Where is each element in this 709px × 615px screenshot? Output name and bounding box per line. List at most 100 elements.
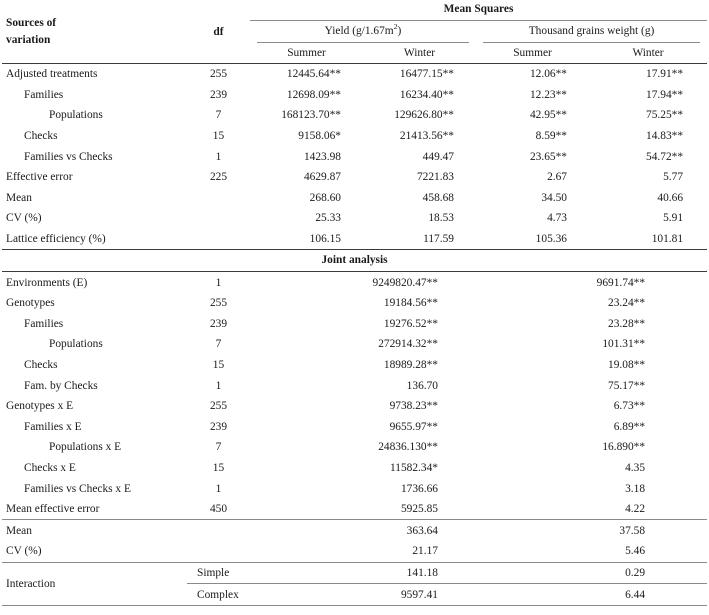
row-source-label: Environments (E): [6, 276, 88, 289]
row-weight-winter-value: 5.91: [663, 212, 684, 225]
row-yield-summer-value: 12698.09**: [286, 88, 341, 101]
header-mean-squares-label: Mean Squares: [250, 0, 708, 21]
row-df-value: 7: [215, 441, 222, 454]
row-source-label: Mean: [6, 524, 32, 537]
row-weight-summer-value: 8.59**: [535, 130, 567, 143]
row-joint-weight-value: 23.24**: [608, 297, 646, 310]
row-source-label: Families x E: [24, 420, 82, 433]
row-yield-winter-value: 117.59: [423, 233, 454, 246]
row-yield-winter-value: 458.68: [422, 191, 454, 204]
row-joint-weight-value: 75.17**: [608, 379, 646, 392]
table-row: Checks x E 15 11582.34* 4.35: [2, 458, 707, 479]
table-row: Checks 15 9158.06* 21413.56** 8.59** 14.83**: [2, 126, 707, 147]
table-row: Fam. by Checks 1 136.70 75.17**: [2, 375, 707, 396]
table-row: Families vs Checks 1 1423.98 449.47 23.65** 5…: [2, 146, 707, 167]
row-weight-winter-value: 101.81: [651, 233, 684, 246]
header-mean-squares: Mean Squares: [250, 0, 708, 21]
row-df-value: [187, 520, 250, 541]
table-row: CV (%) 21.17 5.46: [2, 541, 708, 563]
row-df-value: [187, 229, 250, 250]
header-group-weight: Thousand grains weight (g): [476, 21, 707, 43]
row-yield-summer-value: 9158.06*: [298, 130, 341, 143]
row-yield-winter-value: 16477.15**: [399, 68, 454, 81]
interaction-kind-label: Complex: [197, 588, 239, 601]
joint-analysis-body: Environments (E) 1 9249820.47** 9691.74** Ge…: [2, 272, 708, 520]
row-yield-winter-value: 21413.56**: [399, 130, 454, 143]
row-joint-yield-value: 18989.28**: [383, 359, 438, 372]
row-source-label: Lattice efficiency (%): [6, 233, 106, 246]
table-row: Mean 363.64 37.58: [2, 520, 707, 541]
row-df-value: 239: [209, 88, 228, 101]
row-source-label: Checks: [24, 359, 58, 372]
row-joint-weight-value: 6.89**: [613, 420, 646, 433]
row-source-label: Families: [24, 88, 64, 101]
joint-analysis-banner: Joint analysis: [321, 254, 388, 267]
joint-analysis-banner-row: Joint analysis: [2, 249, 708, 272]
row-weight-winter-value: 17.94**: [646, 88, 684, 101]
row-yield-summer-value: 268.60: [309, 191, 341, 204]
row-joint-weight-value: 23.28**: [608, 317, 646, 330]
row-weight-summer-value: 34.50: [541, 191, 567, 204]
row-df-value: 15: [212, 461, 225, 474]
row-source-label: Effective error: [6, 171, 73, 184]
row-joint-yield-value: 21.17: [412, 545, 438, 558]
row-weight-winter-value: 5.77: [663, 171, 684, 184]
row-df-value: 225: [209, 171, 228, 184]
row-df-value: 255: [209, 68, 228, 81]
table-row: Genotypes x E 255 9738.23** 6.73**: [2, 396, 707, 417]
row-df-value: [187, 541, 250, 562]
row-joint-yield-value: 9597.41: [400, 588, 438, 601]
row-joint-yield-value: 1736.66: [400, 482, 438, 495]
row-source-label: Adjusted treatments: [6, 68, 98, 81]
row-joint-yield-value: 5925.85: [400, 503, 438, 516]
row-source-label: Genotypes: [6, 297, 55, 310]
row-yield-winter-value: 449.47: [422, 150, 454, 163]
table-row: Checks 15 18989.28** 19.08**: [2, 355, 707, 376]
header-sources-line1: Sources of: [6, 16, 57, 29]
row-df-value: [187, 188, 250, 209]
table-row: Effective error 225 4629.87 7221.83 2.67 5.77: [2, 167, 707, 188]
row-df-value: 7: [215, 338, 222, 351]
row-joint-yield-value: 24836.130**: [378, 441, 438, 454]
table-row: Adjusted treatments 255 12445.64** 16477.15…: [2, 64, 707, 85]
row-weight-summer-value: 12.06**: [529, 68, 567, 81]
table-row: Families 239 12698.09** 16234.40** 12.23** 17…: [2, 85, 707, 106]
row-df-value: 450: [209, 503, 228, 516]
row-yield-summer-value: 106.15: [309, 233, 341, 246]
row-joint-yield-value: 136.70: [406, 379, 438, 392]
header-df: df: [213, 25, 224, 38]
row-joint-weight-value: 0.29: [476, 562, 708, 585]
row-df-value: 1: [215, 482, 222, 495]
row-joint-yield-value: 9655.97**: [389, 420, 438, 433]
row-joint-yield-value: 19276.52**: [383, 317, 438, 330]
row-joint-yield-value: 9249820.47**: [372, 276, 439, 289]
row-source-label: CV (%): [6, 212, 42, 225]
interaction-body: Interaction Simple 141.18 0.29 Complex 9597.4…: [2, 562, 708, 606]
row-weight-summer-value: 2.67: [547, 171, 567, 184]
table-row: Populations 7 272914.32** 101.31**: [2, 334, 707, 355]
row-source-label: CV (%): [6, 545, 42, 558]
anova-table: Sources of variation df Mean Squares Yie…: [2, 0, 708, 606]
row-yield-winter-value: 129626.80**: [394, 109, 454, 122]
row-source-label: Populations: [49, 109, 103, 122]
interaction-kind-label: Simple: [187, 562, 250, 585]
row-source-label: Mean: [6, 191, 32, 204]
interaction-label: Interaction: [6, 577, 56, 590]
table-row: CV (%) 25.33 18.53 4.73 5.91: [2, 208, 707, 229]
header-sources-line2: variation: [6, 33, 51, 46]
row-joint-weight-value: 9691.74**: [596, 276, 646, 289]
row-joint-yield-value: 272914.32**: [378, 338, 438, 351]
row-joint-weight-value: 16.890**: [602, 441, 646, 454]
anova-table-container: Sources of variation df Mean Squares Yie…: [0, 0, 709, 606]
row-weight-winter-value: 17.91**: [646, 68, 684, 81]
header-group-yield-post: ): [397, 25, 402, 37]
row-joint-yield-value: 9738.23**: [389, 400, 438, 413]
row-joint-weight-value: 37.58: [619, 524, 646, 537]
row-joint-weight-value: 4.35: [625, 461, 646, 474]
table-row: Populations 7 168123.70** 129626.80** 42.95*…: [2, 105, 707, 126]
row-joint-weight-value: 3.18: [625, 482, 646, 495]
row-source-label: Families vs Checks: [24, 150, 113, 163]
row-yield-winter-value: 7221.83: [416, 171, 454, 184]
row-joint-weight-value: 101.31**: [602, 338, 646, 351]
row-df-value: 239: [209, 420, 228, 433]
